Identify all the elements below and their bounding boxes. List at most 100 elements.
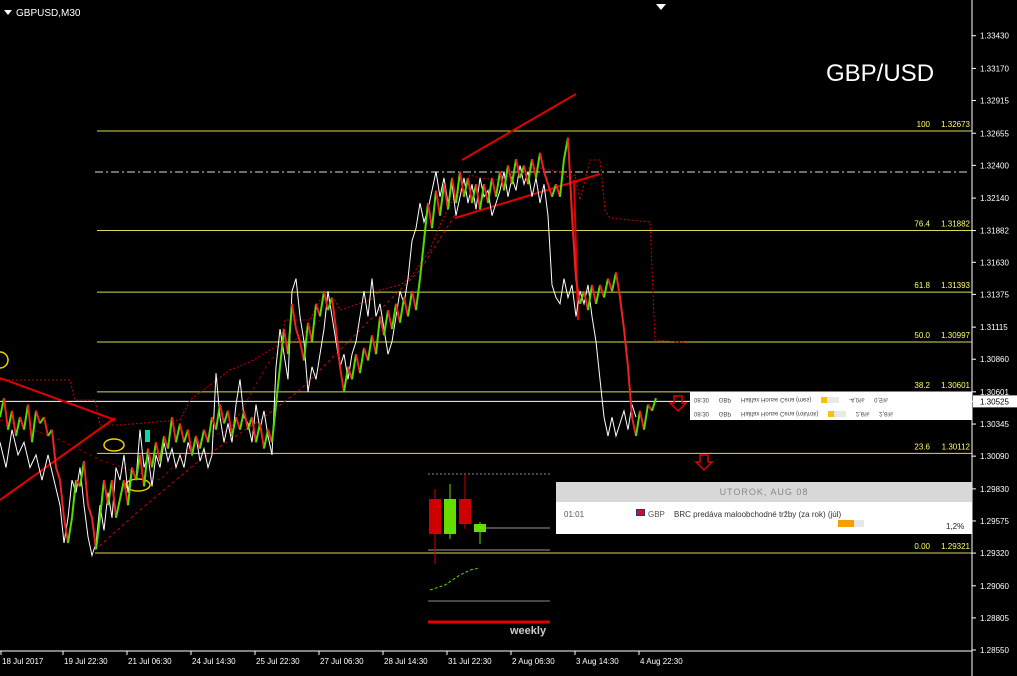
price-tick-label: 1.30860: [980, 355, 1009, 364]
price-segment: [67, 517, 73, 544]
time-tick-label: 28 Jul 14:30: [384, 657, 428, 666]
fib-level-label: 100: [917, 120, 931, 129]
price-segment: [595, 284, 601, 305]
price-segment: [643, 404, 649, 430]
price-segment: [7, 410, 13, 430]
fib-level-label: 38.2: [914, 381, 930, 390]
fib-price-label: 1.32673: [941, 120, 970, 129]
news-strip: 08:30 GBP Halifax House Cena (mes) -4,0%…: [690, 392, 972, 420]
impact-bar: [821, 396, 840, 403]
symbol-label[interactable]: GBPUSD,M30: [4, 8, 80, 19]
price-segment: [83, 461, 89, 506]
time-tick-label: 2 Aug 06:30: [512, 657, 555, 666]
price-segment: [115, 498, 121, 519]
price-segment: [275, 366, 281, 405]
down-arrow-icon: [668, 395, 688, 413]
time-tick-label: 19 Jul 22:30: [64, 657, 108, 666]
time-tick-label: 27 Jul 06:30: [320, 657, 364, 666]
price-segment: [387, 309, 393, 330]
price-tick-label: 1.29320: [980, 549, 1009, 558]
price-tick-label: 1.28550: [980, 646, 1009, 655]
price-segment: [3, 398, 9, 430]
price-segment: [319, 291, 325, 317]
price-segment: [415, 278, 421, 311]
price-segment: [507, 165, 513, 185]
fib-price-label: 1.29321: [941, 542, 970, 551]
price-segment: [603, 278, 609, 298]
uk-flag-icon: [636, 509, 645, 516]
fib-price-label: 1.31393: [941, 281, 970, 290]
price-segment: [615, 272, 621, 298]
price-segment: [391, 303, 397, 330]
price-tick-label: 1.31882: [980, 227, 1009, 236]
price-tick-label: 1.31115: [980, 323, 1008, 332]
shift-marker-icon[interactable]: [656, 4, 666, 10]
price-segment: [619, 297, 625, 330]
price-segment: [403, 297, 409, 317]
price-tick-label: 1.32140: [980, 194, 1009, 203]
dropdown-icon: [4, 10, 12, 15]
price-segment: [355, 353, 361, 374]
price-segment: [543, 171, 549, 185]
price-segment: [399, 297, 405, 323]
price-tick-label: 1.32400: [980, 161, 1009, 170]
price-segment: [295, 328, 301, 342]
price-segment: [343, 366, 349, 393]
price-segment: [359, 347, 365, 374]
price-segment: [407, 291, 413, 317]
weekly-candle: [429, 499, 441, 534]
price-tick-label: 1.33430: [980, 32, 1009, 41]
down-arrow-icon: [694, 454, 714, 472]
event-currency: GBP: [648, 510, 665, 519]
secondary-price-series: [0, 165, 637, 558]
marker-block: [145, 430, 150, 442]
time-tick-label: 31 Jul 22:30: [448, 657, 492, 666]
price-segment: [635, 410, 641, 437]
price-segment: [447, 177, 453, 210]
price-segment: [551, 183, 557, 198]
price-segment: [255, 423, 261, 443]
price-segment: [43, 416, 49, 437]
price-segment: [27, 404, 33, 443]
fib-level-label: 61.8: [914, 281, 930, 290]
price-tick-label: 1.31375: [980, 290, 1009, 299]
price-segment: [55, 467, 61, 481]
fib-price-label: 1.30997: [941, 331, 970, 340]
time-axis-layer: 18 Jul 2017 19 Jul 22:30 21 Jul 06:30 24 Ju…: [0, 650, 972, 666]
price-segment: [239, 410, 245, 430]
price-segment: [263, 429, 269, 449]
trendline: [0, 377, 116, 421]
price-segment: [591, 284, 597, 305]
event-time: 01:01: [564, 510, 585, 519]
price-tick-label: 1.29830: [980, 485, 1009, 494]
price-tick-label: 1.30090: [980, 452, 1009, 461]
weekly-candle: [444, 499, 456, 534]
price-segment: [339, 366, 345, 393]
price-segment: [167, 416, 173, 449]
price-segment: [535, 152, 541, 179]
event-value: 1,2%: [946, 522, 965, 531]
price-tick-label: 1.32655: [980, 129, 1009, 138]
price-segment: [287, 303, 293, 355]
price-segment: [207, 416, 213, 443]
time-tick-label: 25 Jul 22:30: [256, 657, 300, 666]
price-segment: [631, 416, 637, 437]
weekly-inset-layer: weekly: [428, 473, 550, 637]
price-chart[interactable]: 100 1.32673 76.4 1.31882 61.8 1.31393 50.0 1.30…: [0, 0, 1017, 676]
price-tick-label: 1.33170: [980, 64, 1009, 73]
highlight-ellipse: [0, 351, 9, 369]
price-segment: [639, 410, 645, 430]
time-tick-label: 18 Jul 2017: [2, 657, 44, 666]
impact-bar: [828, 410, 847, 417]
event-description: BRC predáva maloobchodné tržby (za rok) …: [674, 510, 842, 519]
price-segment: [559, 158, 565, 197]
price-segment: [215, 404, 221, 430]
price-segment: [651, 397, 657, 412]
price-segment: [103, 479, 109, 506]
price-segment: [31, 410, 37, 443]
price-segment: [191, 435, 197, 456]
price-segment: [15, 416, 21, 437]
price-segment: [179, 423, 185, 443]
fib-price-label: 1.30601: [941, 381, 970, 390]
price-segment: [375, 316, 381, 355]
